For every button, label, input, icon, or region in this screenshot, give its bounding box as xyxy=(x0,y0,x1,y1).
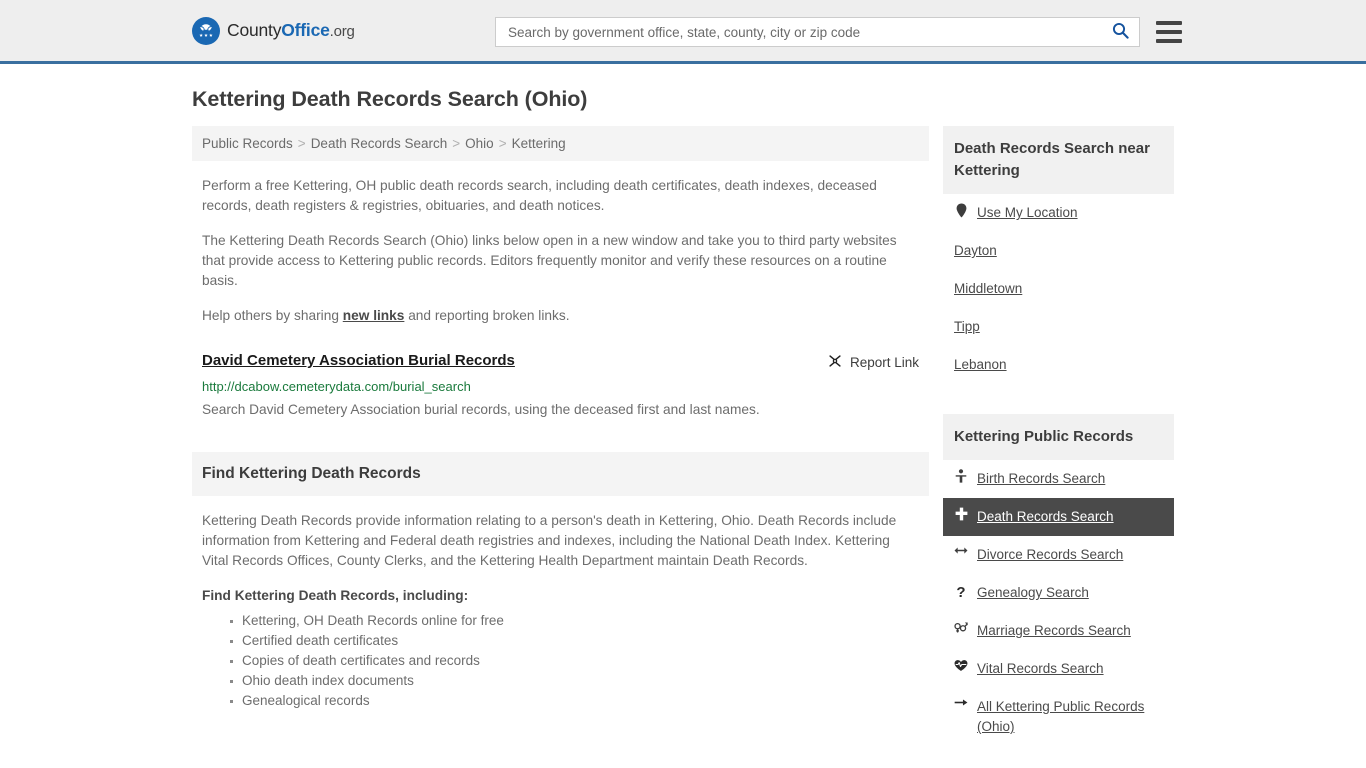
search-submit-button[interactable] xyxy=(1110,22,1131,42)
logo-text-office: Office xyxy=(281,20,330,40)
link-result-description: Search David Cemetery Association burial… xyxy=(202,402,760,417)
search-input[interactable] xyxy=(506,23,1110,41)
sidebar-item-label[interactable]: Death Records Search xyxy=(977,507,1114,527)
list-item: Copies of death certificates and records xyxy=(230,651,929,671)
sidebar-item-label[interactable]: Divorce Records Search xyxy=(977,545,1123,565)
arrow-right-icon xyxy=(954,697,968,708)
intro-paragraph-1: Perform a free Kettering, OH public deat… xyxy=(202,178,877,213)
sidebar-item-label[interactable]: Marriage Records Search xyxy=(977,621,1131,641)
hamburger-bar xyxy=(1156,39,1182,43)
list-item: Kettering, OH Death Records online for f… xyxy=(230,611,929,631)
sidebar-item-label[interactable]: Birth Records Search xyxy=(977,469,1105,489)
breadcrumb-item-public-records[interactable]: Public Records xyxy=(202,136,293,151)
search-icon xyxy=(1112,22,1129,42)
venus-mars-icon xyxy=(954,621,968,634)
question-mark-icon: ? xyxy=(956,584,966,601)
breadcrumb-separator: > xyxy=(498,136,507,151)
sidebar-item-label[interactable]: Middletown xyxy=(954,279,1022,299)
search-box[interactable] xyxy=(495,17,1140,47)
sidebar-item-middletown[interactable]: Middletown xyxy=(943,270,1174,308)
link-result-header: David Cemetery Association Burial Record… xyxy=(202,352,919,372)
nearby-searches-panel: Death Records Search near Kettering Use … xyxy=(943,126,1174,384)
breadcrumb-separator: > xyxy=(452,136,461,151)
left-right-arrow-icon xyxy=(954,545,968,556)
header-search-area xyxy=(495,17,1182,47)
report-link-label: Report Link xyxy=(849,355,919,370)
find-records-heading: Find Kettering Death Records xyxy=(202,465,421,482)
breadcrumb-item-ohio[interactable]: Ohio xyxy=(465,136,494,151)
list-item: Genealogical records xyxy=(230,691,929,711)
baby-icon xyxy=(954,469,968,483)
site-header: CountyOffice.org xyxy=(0,0,1366,64)
sidebar: Death Records Search near Kettering Use … xyxy=(943,126,1174,756)
hamburger-bar xyxy=(1156,21,1182,25)
main-column: Public Records > Death Records Search > Ohio… xyxy=(192,126,929,711)
hamburger-menu-icon[interactable] xyxy=(1156,21,1182,43)
link-result-item: David Cemetery Association Burial Record… xyxy=(192,352,929,419)
new-links-link[interactable]: new links xyxy=(343,308,405,323)
sidebar-item-dayton[interactable]: Dayton xyxy=(943,232,1174,270)
find-records-list-heading: Find Kettering Death Records, including: xyxy=(202,588,469,603)
page-title: Kettering Death Records Search (Ohio) xyxy=(192,87,588,111)
public-records-heading: Kettering Public Records xyxy=(943,414,1174,460)
sidebar-item-label[interactable]: Use My Location xyxy=(977,203,1078,223)
sidebar-item-genealogy-search[interactable]: ? Genealogy Search xyxy=(943,574,1174,612)
link-result-title[interactable]: David Cemetery Association Burial Record… xyxy=(202,352,515,369)
nearby-searches-heading: Death Records Search near Kettering xyxy=(943,126,1174,194)
nearby-searches-list: Use My Location Dayton Middletown Tipp L… xyxy=(943,194,1174,384)
heartbeat-icon xyxy=(954,659,968,672)
page-container: Kettering Death Records Search (Ohio) Pu… xyxy=(0,87,1366,756)
unlink-icon xyxy=(827,353,843,372)
content-row: Public Records > Death Records Search > Ohio… xyxy=(192,126,1174,756)
hamburger-bar xyxy=(1156,30,1182,34)
public-records-panel: Kettering Public Records Birth Records S… xyxy=(943,414,1174,746)
sidebar-item-birth-records-search[interactable]: Birth Records Search xyxy=(943,460,1174,498)
sidebar-item-label[interactable]: Genealogy Search xyxy=(977,583,1089,603)
sidebar-item-divorce-records-search[interactable]: Divorce Records Search xyxy=(943,536,1174,574)
sidebar-item-label[interactable]: All Kettering Public Records (Ohio) xyxy=(977,697,1163,737)
sidebar-item-use-my-location[interactable]: Use My Location xyxy=(943,194,1174,232)
public-records-list: Birth Records Search Death Records Searc… xyxy=(943,460,1174,746)
logo-text-org: .org xyxy=(329,23,355,40)
list-item: Certified death certificates xyxy=(230,631,929,651)
sidebar-item-label[interactable]: Tipp xyxy=(954,317,980,337)
breadcrumb-separator: > xyxy=(297,136,306,151)
link-result-url: http://dcabow.cemeterydata.com/burial_se… xyxy=(202,379,471,394)
list-item: Ohio death index documents xyxy=(230,671,929,691)
report-link-button[interactable]: Report Link xyxy=(827,352,919,372)
sidebar-item-death-records-search[interactable]: Death Records Search xyxy=(943,498,1174,536)
breadcrumb-item-death-records-search[interactable]: Death Records Search xyxy=(311,136,448,151)
sidebar-item-vital-records-search[interactable]: Vital Records Search xyxy=(943,650,1174,688)
sidebar-item-all-kettering-public-records[interactable]: All Kettering Public Records (Ohio) xyxy=(943,688,1174,746)
sidebar-item-label[interactable]: Vital Records Search xyxy=(977,659,1104,679)
find-records-bullet-list: Kettering, OH Death Records online for f… xyxy=(192,611,929,711)
find-records-section-header: Find Kettering Death Records xyxy=(192,452,929,496)
breadcrumb-item-kettering[interactable]: Kettering xyxy=(512,136,566,151)
help-suffix: and reporting broken links. xyxy=(404,308,570,323)
sidebar-item-label[interactable]: Dayton xyxy=(954,241,997,261)
find-records-body: Kettering Death Records provide informat… xyxy=(202,513,897,568)
plus-cross-icon xyxy=(954,507,968,521)
logo-text-county: County xyxy=(227,20,282,40)
site-logo-text: CountyOffice.org xyxy=(227,20,355,41)
help-paragraph: Help others by sharing new links and rep… xyxy=(192,306,929,326)
help-prefix: Help others by sharing xyxy=(202,308,343,323)
intro-paragraph-2: The Kettering Death Records Search (Ohio… xyxy=(202,233,897,288)
site-logo[interactable]: CountyOffice.org xyxy=(192,16,355,45)
sidebar-item-lebanon[interactable]: Lebanon xyxy=(943,346,1174,384)
countyoffice-eagle-logo-icon xyxy=(192,16,220,45)
map-pin-icon xyxy=(954,203,968,218)
sidebar-item-tipp[interactable]: Tipp xyxy=(943,308,1174,346)
breadcrumb: Public Records > Death Records Search > Ohio… xyxy=(192,126,929,161)
sidebar-item-marriage-records-search[interactable]: Marriage Records Search xyxy=(943,612,1174,650)
sidebar-item-label[interactable]: Lebanon xyxy=(954,355,1007,375)
